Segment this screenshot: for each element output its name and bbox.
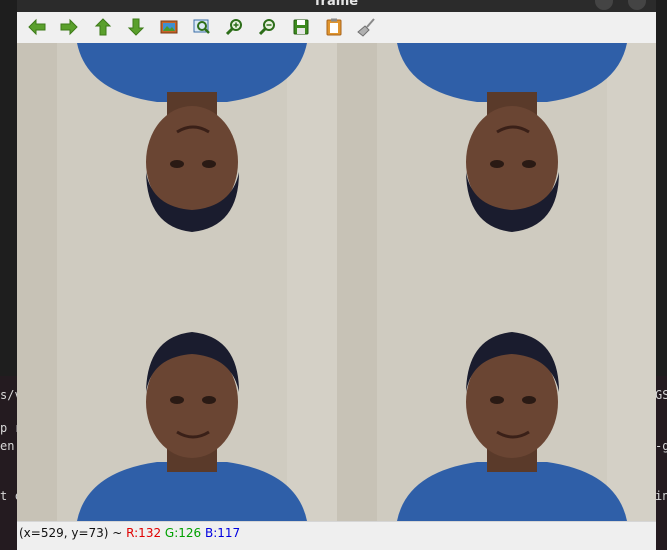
clipboard-icon — [326, 18, 342, 36]
pan-down-button[interactable] — [125, 16, 147, 38]
person-photo — [17, 282, 337, 521]
toolbar — [17, 12, 656, 44]
pixel-blue-value: B:117 — [205, 526, 241, 540]
person-photo — [17, 43, 337, 282]
title-bar[interactable]: frame — [17, 0, 656, 12]
zoom-in-button[interactable] — [224, 16, 246, 38]
image-canvas[interactable] — [17, 43, 656, 521]
zoom-fit-button[interactable] — [191, 16, 213, 38]
arrow-down-icon — [127, 18, 145, 36]
zoom-fit-icon — [193, 19, 210, 34]
person-photo — [337, 43, 656, 282]
terminal-line: GS — [655, 388, 667, 402]
pan-up-button[interactable] — [92, 16, 114, 38]
camera-frame-flipped-right — [337, 43, 656, 282]
arrow-right-icon — [60, 18, 78, 36]
pan-right-button[interactable] — [58, 16, 80, 38]
terminal-line: -g — [655, 439, 667, 453]
camera-frame-flipped-left — [17, 43, 337, 282]
broom-icon — [357, 18, 375, 37]
person-photo — [337, 282, 656, 521]
window-title: frame — [314, 0, 359, 9]
image-icon — [160, 20, 178, 34]
properties-button[interactable] — [323, 16, 345, 38]
zoom-in-icon — [225, 19, 242, 36]
pixel-green-value: G:126 — [164, 526, 202, 540]
zoom-out-button[interactable] — [257, 16, 279, 38]
save-button[interactable] — [290, 16, 312, 38]
cursor-coords: (x=529, y=73) ~ — [19, 526, 127, 540]
terminal-line: en — [0, 439, 15, 453]
status-bar: (x=529, y=73) ~ R:132 G:126 B:117 — [17, 521, 656, 550]
zoom-original-button[interactable] — [158, 16, 180, 38]
camera-frame-left — [17, 282, 337, 521]
zoom-out-icon — [258, 19, 275, 36]
pan-left-button[interactable] — [26, 16, 48, 38]
image-viewer-window: frame (x=529, y=73) ~ R:132 G:126 B:117 — [17, 0, 656, 550]
terminal-line: in — [655, 489, 667, 503]
camera-frame-right — [337, 282, 656, 521]
clear-button[interactable] — [356, 16, 378, 38]
save-icon — [293, 19, 309, 35]
arrow-left-icon — [28, 18, 46, 36]
pixel-red-value: R:132 — [126, 526, 162, 540]
arrow-up-icon — [94, 18, 112, 36]
